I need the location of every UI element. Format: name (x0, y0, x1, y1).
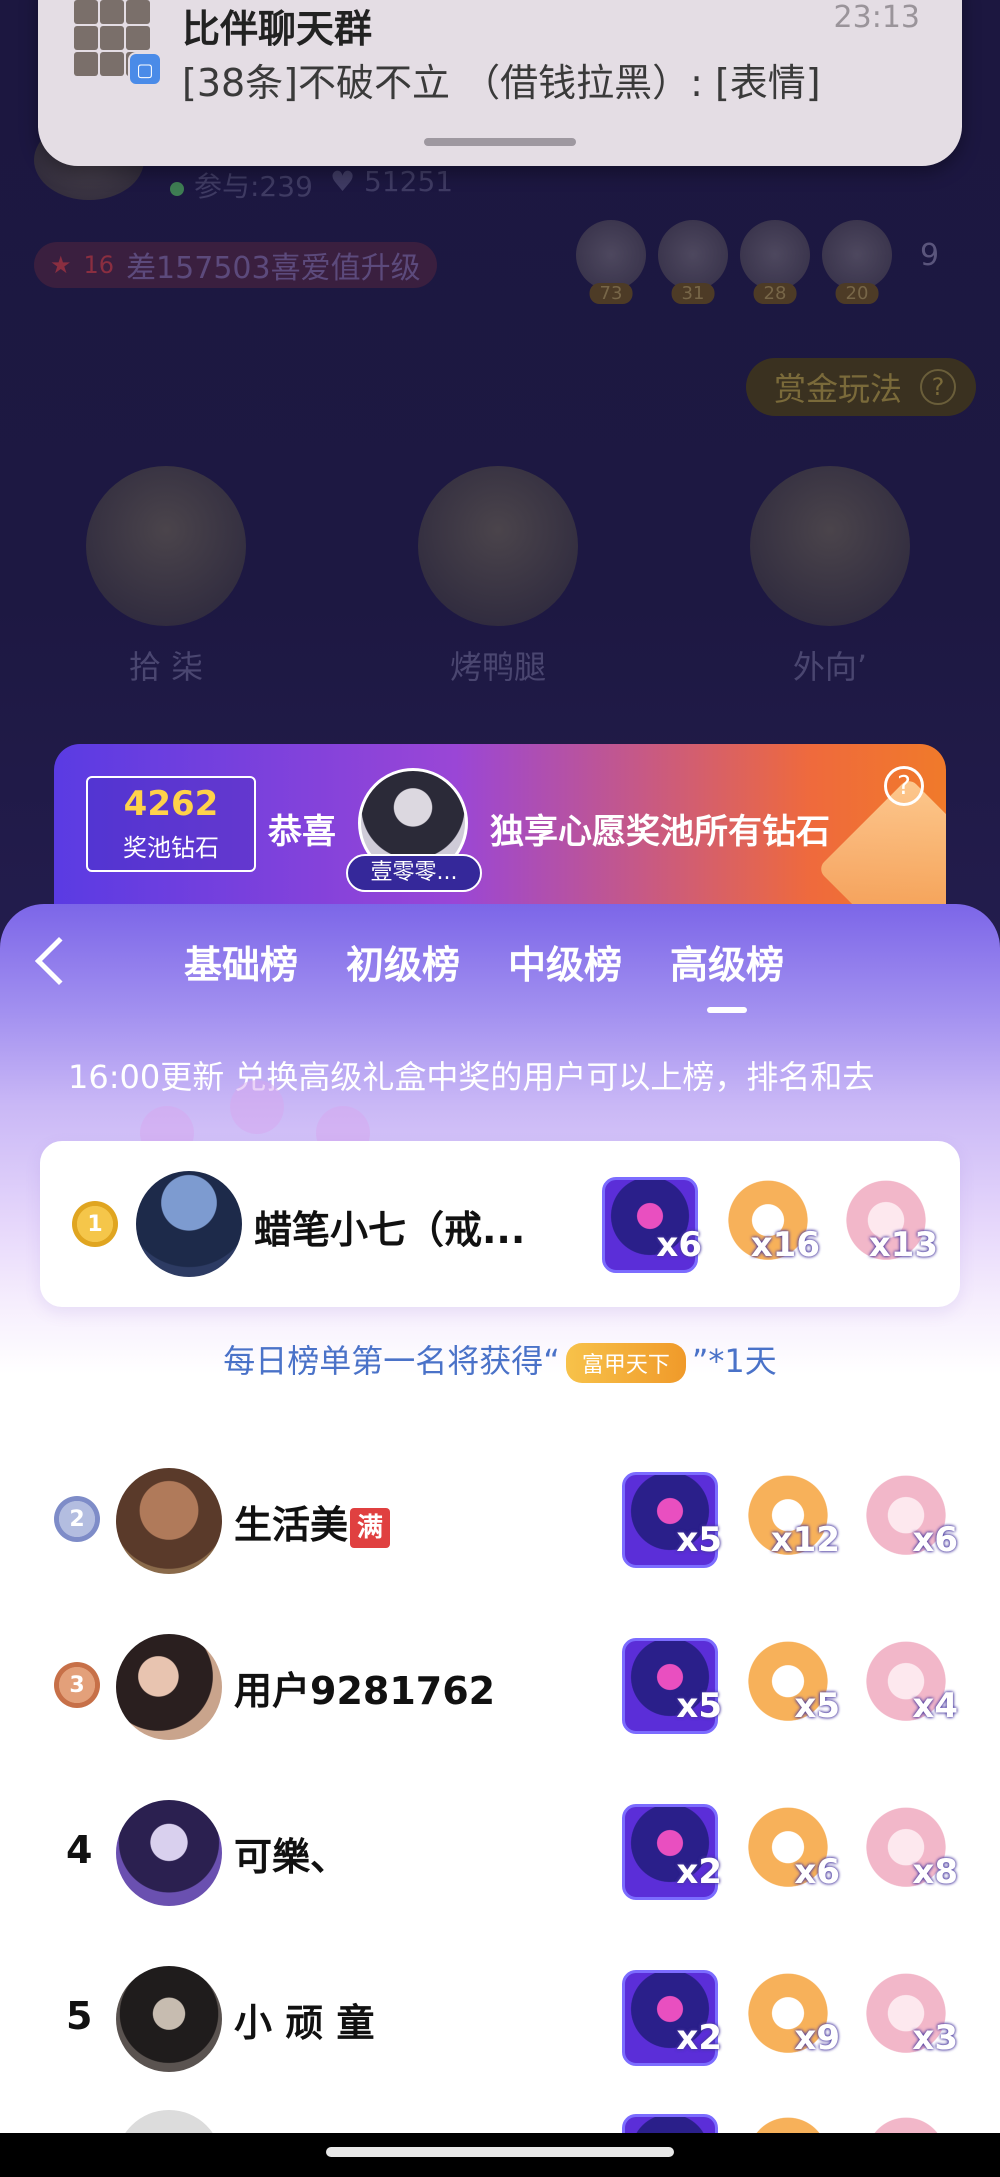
pool-value: 4262 (123, 784, 219, 824)
gift-item: x5 (622, 1638, 722, 1734)
table-row[interactable]: 3 用户9281762 x5 x5 x4 (0, 1604, 1000, 1770)
rank-tabs: 基础榜 初级榜 中级榜 高级榜 (184, 934, 784, 1005)
rank-number: 4 (66, 1828, 93, 1872)
gift-item: x3 (858, 1970, 958, 2066)
avatar[interactable] (116, 1468, 222, 1574)
chevron-left-icon[interactable] (34, 936, 84, 986)
notification-body: [38条]不破不立 （借钱拉黑）: [表情] (182, 61, 821, 105)
gift-list: x2 x9 x3 (622, 1970, 958, 2066)
gift-list: x6 x16 x13 (602, 1177, 938, 1273)
bounty-button: 赏金玩法? (746, 358, 976, 416)
rank-number: 5 (66, 1994, 93, 2038)
silver-medal-icon: 2 (54, 1496, 100, 1542)
question-icon: ? (920, 369, 957, 405)
gift-list: x2 x6 x8 (622, 1804, 958, 1900)
fan-list: 73 31 28 20 (576, 220, 892, 304)
gift-item: x12 (740, 1472, 840, 1568)
fan-avatar: 28 (740, 220, 810, 304)
participants-stat: 参与:239 (170, 165, 313, 205)
gift-item: x5 (622, 1472, 722, 1568)
notification-time: 23:13 (833, 0, 920, 35)
seat: 烤鸭腿 (418, 466, 578, 688)
star-icon: ★ (50, 251, 72, 279)
gift-item: x2 (622, 1804, 722, 1900)
user-name: 生活美满 (234, 1494, 391, 1549)
fan-avatar: 73 (576, 220, 646, 304)
rank-1-card[interactable]: 1 蜡笔小七（戒... x6 x16 x13 (40, 1141, 960, 1307)
tab-basic[interactable]: 基础榜 (184, 934, 298, 1005)
gift-list: x5 x12 x6 (622, 1472, 958, 1568)
bronze-medal-icon: 3 (54, 1662, 100, 1708)
exclusive-text: 独享心愿奖池所有钻石 (490, 812, 830, 852)
avatar[interactable] (116, 1966, 222, 2072)
avatar[interactable] (136, 1171, 242, 1277)
full-badge: 满 (350, 1507, 391, 1548)
gift-item: x6 (602, 1177, 702, 1273)
gift-list: x5 x5 x4 (622, 1638, 958, 1734)
notification-handle[interactable] (424, 138, 576, 146)
seat: 拾 柒 (86, 466, 246, 688)
gold-medal-icon: 1 (72, 1201, 118, 1247)
congrats-text: 恭喜 (268, 812, 336, 852)
notification-title: 比伴聊天群 (182, 7, 373, 51)
gift-item: x5 (740, 1638, 840, 1734)
gift-item: x2 (622, 1970, 722, 2066)
fan-avatar: 20 (822, 220, 892, 304)
table-row[interactable]: 4 可樂、 x2 x6 x8 (0, 1770, 1000, 1936)
question-icon[interactable]: ? (884, 766, 924, 806)
ranking-sheet: 基础榜 初级榜 中级榜 高级榜 16:00更新 兑换高级礼盒中奖的用户可以上榜，… (0, 904, 1000, 2177)
user-name: 用户9281762 (234, 1669, 496, 1713)
home-indicator[interactable] (0, 2133, 1000, 2177)
app-badge-icon: ▢ (128, 52, 162, 86)
gift-item: x4 (858, 1638, 958, 1734)
tab-advanced[interactable]: 高级榜 (670, 934, 784, 1005)
notification-banner[interactable]: ▢ 比伴聊天群 23:13 [38条]不破不立 （借钱拉黑）: [表情] (38, 0, 962, 166)
avatar[interactable] (116, 1634, 222, 1740)
user-name: 可樂、 (234, 1835, 349, 1879)
likes-stat: ♥ 51251 (330, 165, 454, 198)
winner-name: 壹零零... (346, 854, 482, 892)
reward-chip: 富甲天下 (565, 1343, 686, 1383)
fan-count: 9 (920, 238, 940, 273)
gift-item: x6 (740, 1804, 840, 1900)
gift-item: x8 (858, 1804, 958, 1900)
daily-reward-note: 每日榜单第一名将获得“ 富甲天下 ”*1天 (0, 1336, 1000, 1383)
user-name: 小 顽 童 (234, 2001, 375, 2045)
gift-item: x16 (720, 1177, 820, 1273)
avatar[interactable] (116, 1800, 222, 1906)
seat: 外向’ (750, 466, 910, 688)
table-row[interactable]: 5 小 顽 童 x2 x9 x3 (0, 1936, 1000, 2102)
gift-item: x13 (838, 1177, 938, 1273)
tab-intermediate[interactable]: 中级榜 (508, 934, 622, 1005)
level-progress: ★ 16 差157503喜爱值升级 (34, 242, 437, 288)
gift-item: x9 (740, 1970, 840, 2066)
table-row[interactable]: 2 生活美满 x5 x12 x6 (0, 1438, 1000, 1604)
fan-avatar: 31 (658, 220, 728, 304)
tab-beginner[interactable]: 初级榜 (346, 934, 460, 1005)
gift-item: x6 (858, 1472, 958, 1568)
pool-diamonds: 4262 奖池钻石 (86, 776, 256, 872)
pool-label: 奖池钻石 (123, 834, 219, 862)
user-name: 蜡笔小七（戒... (254, 1208, 526, 1252)
